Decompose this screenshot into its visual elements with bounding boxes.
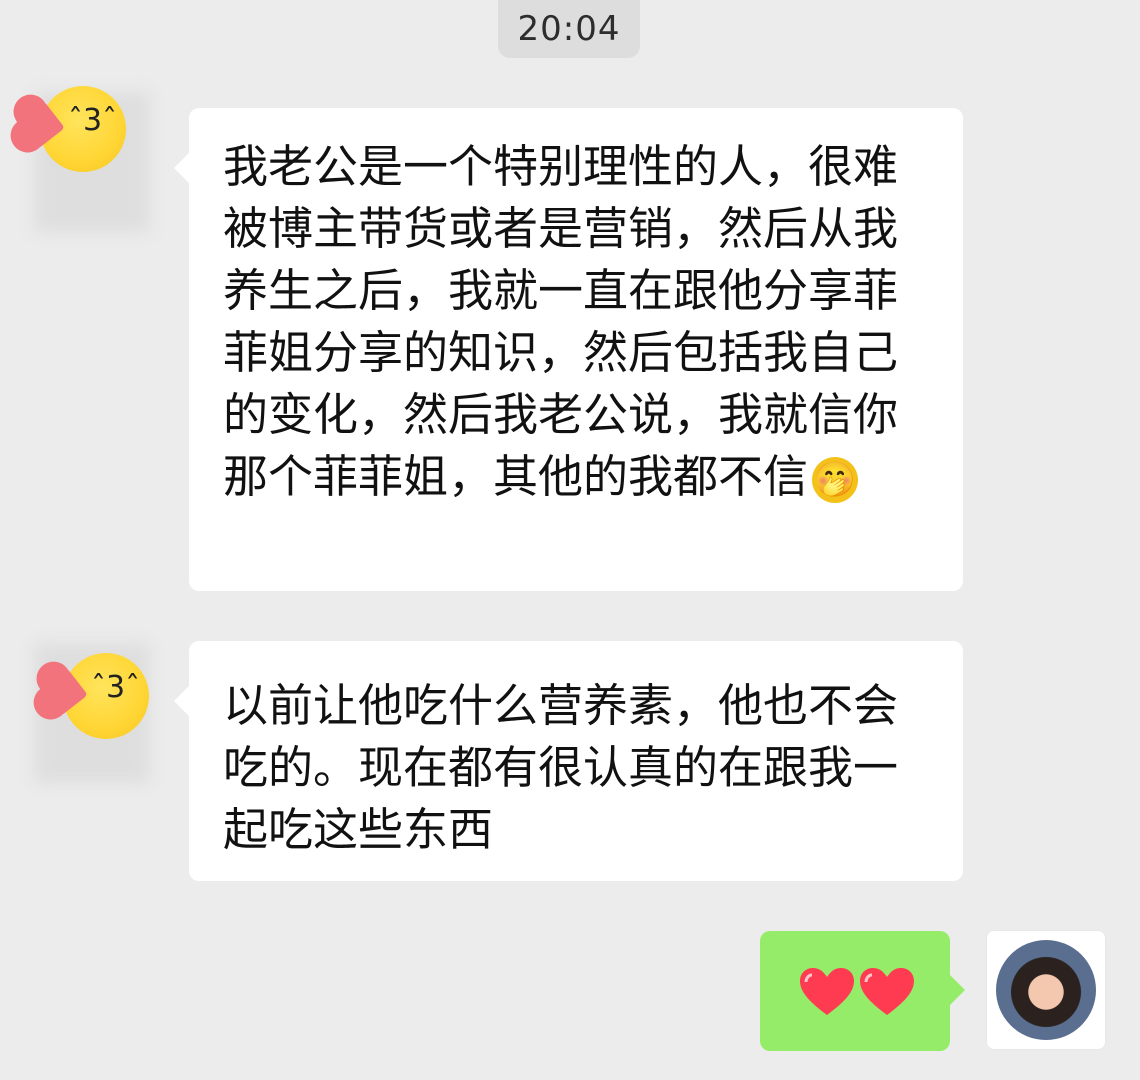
heart-icon: [860, 968, 914, 1015]
outgoing-message-bubble[interactable]: [760, 931, 965, 1051]
chat-thread: 20:04 ˆ3ˆ 我老公是一个特别理性的人，很难被博主带货或者是营销，然后从我…: [0, 0, 1140, 1080]
message-text: 以前让他吃什么营养素，他也不会吃的。现在都有很认真的在跟我一起吃这些东西: [223, 679, 899, 856]
timestamp-chip: 20:04: [498, 0, 640, 58]
kiss-face-icon: ˆ3ˆ: [68, 103, 118, 138]
profile-photo-image: [996, 940, 1096, 1040]
incoming-message-bubble[interactable]: 我老公是一个特别理性的人，很难被博主带货或者是营销，然后从我养生之后，我就一直在…: [174, 108, 963, 591]
sender-avatar-emoji[interactable]: ˆ3ˆ: [17, 86, 126, 172]
heart-icon: [800, 968, 854, 1015]
heart-icon: [17, 101, 65, 149]
kiss-face-icon: ˆ3ˆ: [91, 670, 141, 705]
incoming-message-bubble[interactable]: 以前让他吃什么营养素，他也不会吃的。现在都有很认真的在跟我一起吃这些东西: [174, 641, 963, 881]
heart-icon: [858, 967, 916, 1017]
hearts-message-content: [798, 967, 918, 1017]
sender-avatar-emoji[interactable]: ˆ3ˆ: [40, 653, 149, 739]
message-text: 我老公是一个特别理性的人，很难被博主带货或者是营销，然后从我养生之后，我就一直在…: [223, 140, 899, 503]
heart-icon: [798, 967, 856, 1017]
self-avatar[interactable]: [986, 930, 1106, 1050]
heart-icon: [40, 668, 88, 716]
smirk-emoji-icon: 🤭: [812, 457, 859, 503]
